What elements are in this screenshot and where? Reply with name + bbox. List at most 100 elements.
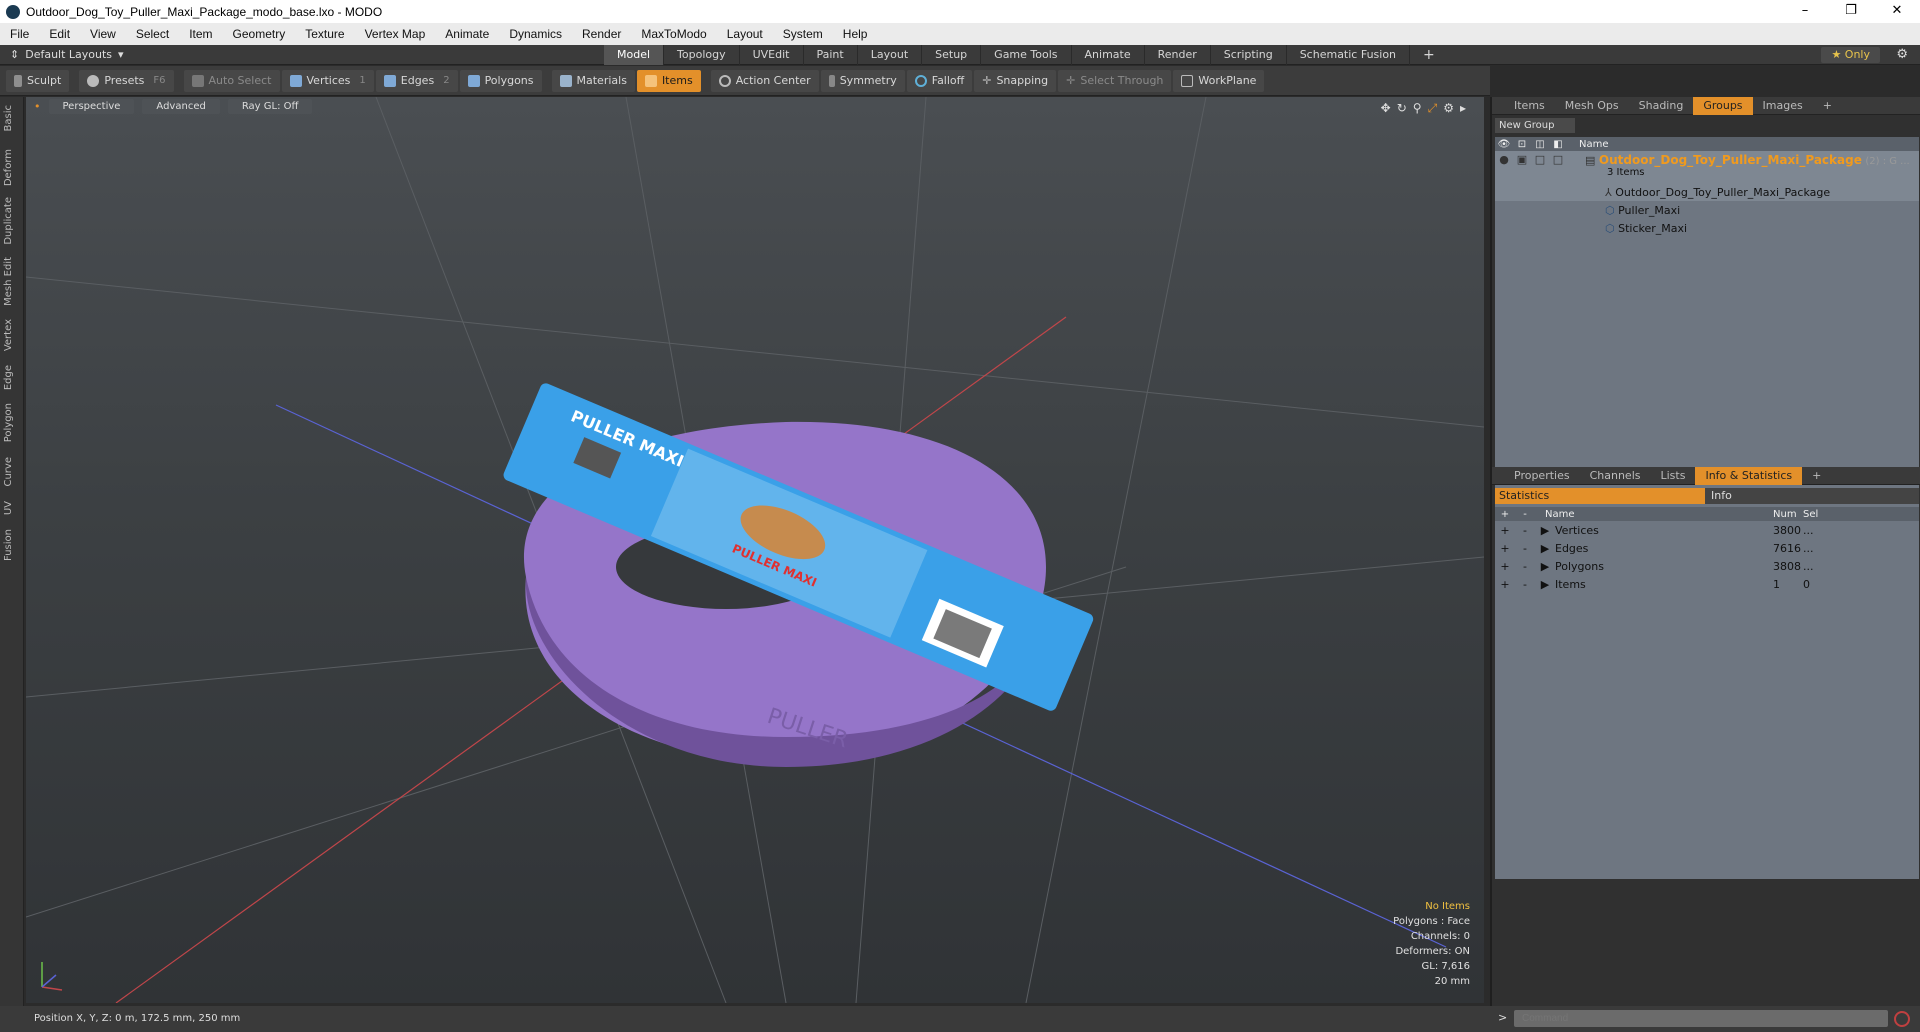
menu-animate[interactable]: Animate [435, 27, 499, 41]
close-button[interactable]: ✕ [1874, 0, 1920, 23]
tab-groups[interactable]: Groups [1693, 96, 1753, 115]
info-subtab[interactable]: Info [1705, 488, 1919, 504]
menu-help[interactable]: Help [833, 27, 878, 41]
stats-row-edges[interactable]: + - ▶ Edges 7616... [1495, 539, 1919, 557]
expand-arrow-icon[interactable]: ▶ [1535, 578, 1555, 591]
gear-icon[interactable]: ⚙ [1896, 47, 1908, 62]
tab-setup[interactable]: Setup [922, 45, 982, 65]
expand-arrow-icon[interactable]: ▶ [1535, 560, 1555, 573]
lefttab-curve[interactable]: Curve [3, 457, 14, 487]
rotate-icon[interactable]: ↻ [1397, 101, 1413, 115]
stats-row-polygons[interactable]: + - ▶ Polygons 3808... [1495, 557, 1919, 575]
stats-row-items[interactable]: + - ▶ Items 1 0 [1495, 575, 1919, 593]
group-child-row[interactable]: ⬡ Puller_Maxi [1495, 201, 1919, 219]
menu-file[interactable]: File [0, 27, 39, 41]
record-icon[interactable] [1894, 1011, 1910, 1027]
tab-lists[interactable]: Lists [1651, 467, 1696, 485]
tab-mesh-ops[interactable]: Mesh Ops [1555, 97, 1629, 115]
menu-select[interactable]: Select [126, 27, 179, 41]
view-mode-button[interactable]: Perspective [48, 98, 135, 114]
menu-texture[interactable]: Texture [295, 27, 354, 41]
tab-schematic-fusion[interactable]: Schematic Fusion [1287, 45, 1411, 65]
falloff-button[interactable]: Falloff [906, 69, 973, 92]
shading-mode-button[interactable]: Advanced [142, 98, 220, 114]
lock-toggle-icon[interactable]: ▣ [1513, 153, 1531, 166]
tab-items[interactable]: Items [1504, 97, 1555, 115]
tab-paint[interactable]: Paint [804, 45, 858, 65]
remove-icon[interactable]: - [1515, 560, 1535, 573]
tab-model[interactable]: Model [604, 45, 665, 65]
polygons-button[interactable]: Polygons [459, 69, 542, 92]
3d-viewport[interactable]: PULLER MAXI PULLER MAXI PULLER • Perspec… [26, 97, 1484, 1003]
default-layouts-dropdown[interactable]: ⇕ Default Layouts ▾ [10, 48, 124, 61]
lefttab-fusion[interactable]: Fusion [3, 529, 14, 561]
symmetry-button[interactable]: Symmetry [820, 69, 905, 92]
minimize-button[interactable]: – [1782, 0, 1828, 23]
fit-icon[interactable]: ⤢ [1428, 101, 1444, 115]
command-input[interactable] [1514, 1010, 1888, 1027]
zoom-icon[interactable]: ⚲ [1413, 101, 1428, 115]
expand-all-icon[interactable]: + [1495, 509, 1515, 520]
viewport-menu-icon[interactable]: ▸ [1460, 101, 1472, 115]
select-toggle-icon[interactable]: □ [1549, 153, 1567, 166]
edges-button[interactable]: Edges 2 [375, 69, 458, 92]
menu-render[interactable]: Render [572, 27, 631, 41]
group-row-root[interactable]: ● ▣ □ □ ▤ Outdoor_Dog_Toy_Puller_Maxi_Pa… [1495, 151, 1919, 183]
menu-view[interactable]: View [80, 27, 126, 41]
lefttab-vertex[interactable]: Vertex [3, 319, 14, 351]
menu-geometry[interactable]: Geometry [223, 27, 296, 41]
maximize-button[interactable]: ❐ [1828, 0, 1874, 23]
add-info-tab-button[interactable]: + [1802, 467, 1831, 485]
remove-icon[interactable]: - [1515, 524, 1535, 537]
lefttab-duplicate[interactable]: Duplicate [3, 197, 14, 245]
menu-dynamics[interactable]: Dynamics [499, 27, 572, 41]
tab-animate[interactable]: Animate [1072, 45, 1145, 65]
action-center-button[interactable]: Action Center [710, 69, 819, 92]
add-panel-tab-button[interactable]: + [1813, 97, 1842, 115]
lefttab-deform[interactable]: Deform [3, 149, 14, 186]
lefttab-basic[interactable]: Basic [3, 105, 14, 131]
lefttab-polygon[interactable]: Polygon [3, 403, 14, 442]
add-icon[interactable]: + [1495, 542, 1515, 555]
tab-game-tools[interactable]: Game Tools [981, 45, 1072, 65]
menu-system[interactable]: System [773, 27, 833, 41]
menu-maxtomodo[interactable]: MaxToModo [631, 27, 716, 41]
tab-scripting[interactable]: Scripting [1211, 45, 1287, 65]
raygl-button[interactable]: Ray GL: Off [227, 98, 313, 114]
tab-images[interactable]: Images [1753, 97, 1813, 115]
tab-shading[interactable]: Shading [1629, 97, 1694, 115]
expand-arrow-icon[interactable]: ▶ [1535, 542, 1555, 555]
menu-item[interactable]: Item [179, 27, 222, 41]
menu-vertex-map[interactable]: Vertex Map [355, 27, 436, 41]
add-tab-button[interactable]: + [1410, 45, 1448, 65]
viewport-settings-icon[interactable]: ⚙ [1443, 101, 1460, 115]
presets-button[interactable]: Presets F6 [79, 69, 174, 92]
remove-icon[interactable]: - [1515, 542, 1535, 555]
remove-icon[interactable]: - [1515, 578, 1535, 591]
add-icon[interactable]: + [1495, 560, 1515, 573]
workplane-button[interactable]: WorkPlane [1173, 69, 1265, 92]
collapse-all-icon[interactable]: - [1515, 509, 1535, 520]
group-child-row[interactable]: ⅄ Outdoor_Dog_Toy_Puller_Maxi_Package [1495, 183, 1919, 201]
items-button[interactable]: Items [636, 69, 701, 92]
tab-uvedit[interactable]: UVEdit [740, 45, 804, 65]
expand-arrow-icon[interactable]: ▶ [1535, 524, 1555, 537]
lefttab-uv[interactable]: UV [3, 501, 14, 515]
render-toggle-icon[interactable]: □ [1531, 153, 1549, 166]
lefttab-mesh-edit[interactable]: Mesh Edit [3, 257, 14, 306]
tab-render[interactable]: Render [1145, 45, 1211, 65]
tab-topology[interactable]: Topology [664, 45, 740, 65]
sculpt-button[interactable]: Sculpt [6, 69, 70, 92]
group-child-row[interactable]: ⬡ Sticker_Maxi [1495, 219, 1919, 237]
stats-row-vertices[interactable]: + - ▶ Vertices 3800... [1495, 521, 1919, 539]
statistics-subtab[interactable]: Statistics [1495, 488, 1705, 504]
vertices-button[interactable]: Vertices 1 [281, 69, 374, 92]
snapping-button[interactable]: ✛ Snapping [974, 69, 1057, 92]
menu-edit[interactable]: Edit [39, 27, 80, 41]
only-button[interactable]: ★ Only [1821, 47, 1880, 63]
auto-select-button[interactable]: Auto Select [183, 69, 280, 92]
materials-button[interactable]: Materials [551, 69, 635, 92]
pan-icon[interactable]: ✥ [1381, 101, 1397, 115]
lefttab-edge[interactable]: Edge [3, 365, 14, 390]
select-through-button[interactable]: ✛ Select Through [1058, 69, 1172, 92]
